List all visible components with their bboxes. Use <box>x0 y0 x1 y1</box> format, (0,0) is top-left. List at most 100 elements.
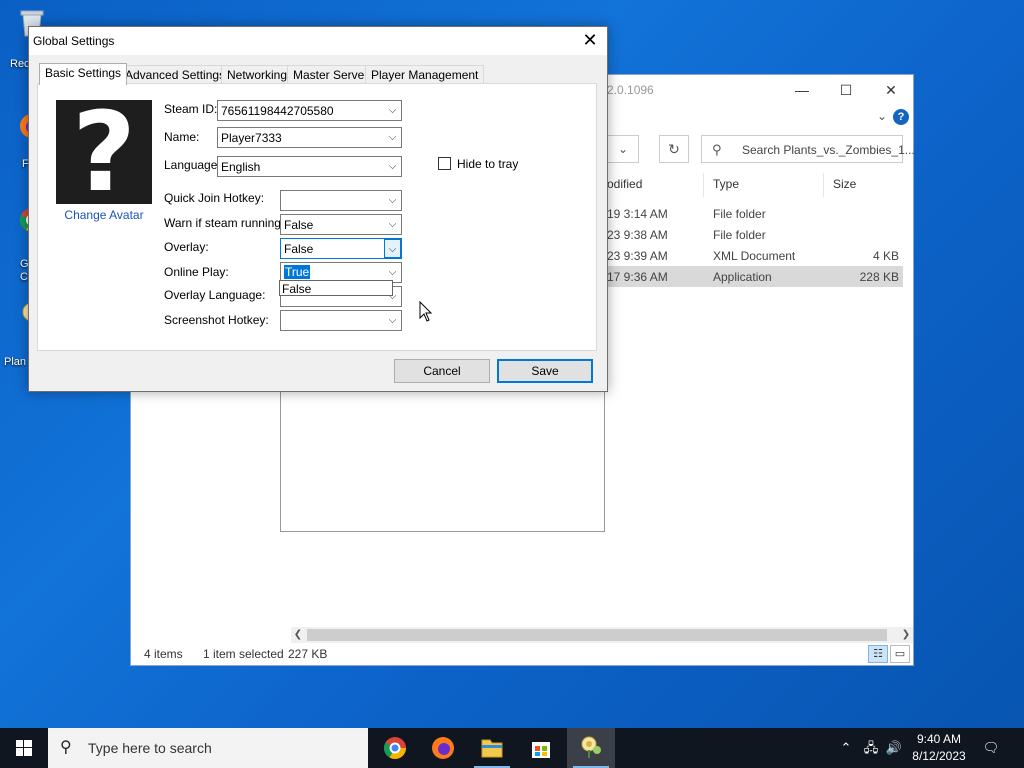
close-button[interactable]: ✕ <box>874 79 908 101</box>
taskbar: ⚲ Type here to search ⌃ 🖧 🔊 9:40 AM 8/12… <box>0 728 1024 768</box>
language-value: English <box>221 160 261 174</box>
chevron-down-icon[interactable]: ⌵ <box>384 157 401 176</box>
taskbar-file-explorer[interactable] <box>468 728 516 768</box>
maximize-button[interactable]: ☐ <box>829 79 863 101</box>
file-row-selected[interactable]: 17 9:36 AM Application 228 KB <box>603 266 903 287</box>
steam-id-label: Steam ID: <box>164 102 218 116</box>
taskbar-plants-vs-zombies[interactable] <box>567 728 615 768</box>
file-type: File folder <box>713 207 766 221</box>
online-play-dropdown-list[interactable]: False <box>279 280 393 296</box>
desktop: { "desktop": { "icons": [ {"label": "Rec… <box>0 0 1024 768</box>
basic-settings-panel: ? Change Avatar Steam ID: 76561198442705… <box>37 83 597 351</box>
file-type: Application <box>713 270 772 284</box>
warn-steam-running-label: Warn if steam running: <box>164 216 285 230</box>
chevron-down-icon[interactable]: ⌵ <box>384 191 401 210</box>
file-modified: 17 9:36 AM <box>607 270 668 284</box>
search-icon: ⚲ <box>712 142 722 157</box>
column-separator <box>823 173 824 197</box>
mouse-cursor-icon <box>419 301 433 322</box>
warn-running-value: False <box>284 218 314 232</box>
file-row[interactable]: 23 9:38 AM File folder <box>603 224 903 245</box>
chevron-down-icon[interactable]: ⌵ <box>384 128 401 147</box>
notifications-icon[interactable]: 🗨 <box>980 728 1002 768</box>
tab-advanced-settings[interactable]: Advanced Settings <box>119 65 232 84</box>
network-icon[interactable]: 🖧 <box>860 728 882 768</box>
file-size: 228 KB <box>859 270 899 284</box>
windows-logo-icon <box>16 740 32 756</box>
file-modified: 23 9:39 AM <box>607 249 668 263</box>
quick-join-hotkey-label: Quick Join Hotkey: <box>164 191 265 205</box>
explorer-search-box[interactable]: ⚲ Search Plants_vs._Zombies_1... <box>701 135 915 163</box>
column-header-size[interactable]: Size <box>833 177 856 191</box>
chevron-down-icon[interactable]: ⌵ <box>384 215 401 234</box>
avatar: ? <box>56 97 152 207</box>
tab-player-management[interactable]: Player Management <box>365 65 485 84</box>
desktop-icon-label: Plan <box>4 356 27 368</box>
file-row[interactable]: 23 9:39 AM XML Document 4 KB <box>603 245 903 266</box>
language-combobox[interactable]: English ⌵ <box>217 156 402 177</box>
file-size: 4 KB <box>872 249 899 263</box>
checkbox-box[interactable] <box>438 157 451 170</box>
volume-icon[interactable]: 🔊 <box>884 728 904 768</box>
refresh-button[interactable]: ↻ <box>659 135 689 163</box>
name-combobox[interactable]: Player7333 ⌵ <box>217 127 402 148</box>
change-avatar-link[interactable]: Change Avatar <box>38 208 170 222</box>
steam-id-value: 76561198442705580 <box>221 104 334 118</box>
file-modified: 19 3:14 AM <box>607 207 668 221</box>
column-header-type[interactable]: Type <box>713 177 739 191</box>
save-button[interactable]: Save <box>497 359 593 383</box>
quick-join-hotkey-combobox[interactable]: ⌵ <box>280 190 402 211</box>
show-hidden-icons-icon[interactable]: ⌃ <box>836 728 856 768</box>
start-button[interactable] <box>0 728 48 768</box>
warn-steam-running-combobox[interactable]: False ⌵ <box>280 214 402 235</box>
column-header-modified[interactable]: odified <box>607 177 642 191</box>
overlay-value: False <box>284 242 314 256</box>
file-modified: 23 9:38 AM <box>607 228 668 242</box>
taskbar-search-placeholder: Type here to search <box>88 740 212 756</box>
name-value: Player7333 <box>221 131 282 145</box>
store-icon <box>532 742 550 758</box>
taskbar-clock[interactable]: 9:40 AM 8/12/2023 <box>904 731 974 765</box>
chrome-icon <box>384 737 406 759</box>
dropdown-option-false[interactable]: False <box>282 282 311 296</box>
file-explorer-icon <box>481 739 503 758</box>
name-label: Name: <box>164 130 200 144</box>
chevron-down-icon[interactable]: ⌵ <box>384 101 401 120</box>
status-item-count: 4 items <box>144 647 183 661</box>
dialog-close-icon[interactable]: ✕ <box>573 27 607 55</box>
screenshot-hotkey-combobox[interactable]: ⌵ <box>280 310 402 331</box>
blank-window <box>280 392 605 532</box>
column-separator <box>703 173 704 197</box>
details-view-icon[interactable]: ☷ <box>868 645 888 663</box>
scrollbar-thumb[interactable] <box>307 629 887 641</box>
tab-networking[interactable]: Networking <box>221 65 294 84</box>
taskbar-search-box[interactable]: ⚲ Type here to search <box>48 728 368 768</box>
chevron-down-icon[interactable]: ⌵ <box>384 311 401 330</box>
horizontal-scrollbar[interactable]: ❮ ❯ <box>291 627 913 643</box>
status-selected-count: 1 item selected <box>203 647 284 661</box>
screenshot-hotkey-label: Screenshot Hotkey: <box>164 313 269 327</box>
address-dropdown-icon[interactable]: ⌄ <box>607 135 639 163</box>
hide-to-tray-label: Hide to tray <box>457 157 519 171</box>
file-row[interactable]: 19 3:14 AM File folder <box>603 203 903 224</box>
steam-id-combobox[interactable]: 76561198442705580 ⌵ <box>217 100 402 121</box>
explorer-title: 2.0.1096 <box>607 83 654 97</box>
taskbar-store[interactable] <box>517 728 565 768</box>
tab-master-server[interactable]: Master Server <box>287 65 375 84</box>
tab-basic-settings[interactable]: Basic Settings <box>39 63 128 85</box>
taskbar-chrome[interactable] <box>371 728 419 768</box>
clock-date: 8/12/2023 <box>912 749 966 763</box>
scroll-right-icon[interactable]: ❯ <box>899 627 913 643</box>
minimize-button[interactable]: — <box>785 79 819 101</box>
large-icons-view-icon[interactable]: ▭ <box>890 645 910 663</box>
collapse-ribbon-icon[interactable]: ⌄ <box>877 109 887 123</box>
help-icon[interactable]: ? <box>893 109 909 125</box>
scroll-left-icon[interactable]: ❮ <box>291 627 305 643</box>
chevron-down-icon[interactable]: ⌵ <box>384 239 401 258</box>
global-settings-dialog: Global Settings ✕ Basic Settings Advance… <box>28 26 608 392</box>
status-selected-size: 227 KB <box>288 647 328 661</box>
overlay-combobox[interactable]: False ⌵ <box>280 238 402 259</box>
search-placeholder: Search Plants_vs._Zombies_1... <box>742 143 915 157</box>
taskbar-firefox[interactable] <box>419 728 467 768</box>
cancel-button[interactable]: Cancel <box>394 359 490 383</box>
